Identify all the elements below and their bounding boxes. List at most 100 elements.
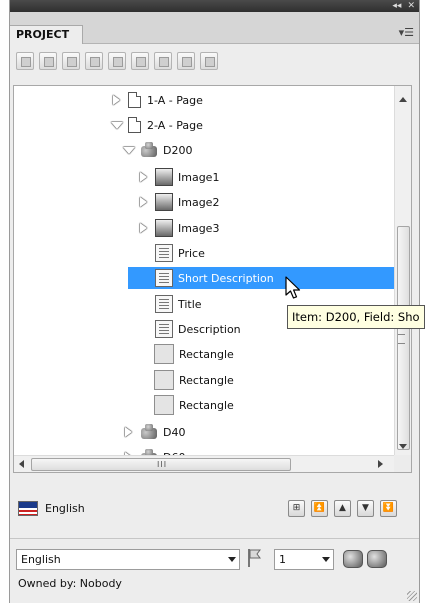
first-icon[interactable]: ⏫ bbox=[311, 500, 328, 517]
version-select-value: 1 bbox=[279, 553, 286, 566]
chevron-down-icon[interactable] bbox=[322, 557, 330, 562]
tree-item-label: Image2 bbox=[178, 195, 220, 209]
tree-item-label: D40 bbox=[163, 425, 186, 439]
tree-item[interactable]: 1-A - Page bbox=[109, 89, 203, 111]
version-select[interactable]: 1 bbox=[274, 549, 334, 570]
text-field-icon bbox=[155, 244, 173, 262]
expand-arrow-icon[interactable] bbox=[109, 93, 125, 107]
last-icon[interactable]: ⏬ bbox=[380, 500, 397, 517]
collapse-arrow-icon[interactable] bbox=[109, 118, 125, 132]
page-icon bbox=[128, 117, 141, 133]
scroll-right-icon[interactable] bbox=[378, 460, 383, 468]
vertical-scrollbar[interactable] bbox=[394, 86, 411, 456]
add-icon[interactable] bbox=[85, 52, 103, 70]
collapse-arrow-icon[interactable] bbox=[121, 143, 137, 157]
image-icon bbox=[155, 193, 173, 211]
tree-item[interactable]: Price bbox=[155, 242, 205, 264]
scroll-grip-label: III bbox=[157, 460, 168, 469]
scroll-corner bbox=[394, 455, 411, 472]
us-flag-icon bbox=[18, 500, 38, 516]
language-row: English bbox=[18, 497, 85, 519]
copy-icon[interactable] bbox=[108, 52, 126, 70]
tree-item[interactable]: Rectangle bbox=[154, 369, 234, 391]
collapse-icon[interactable]: ◂◂ bbox=[392, 0, 401, 12]
text-field-icon bbox=[155, 320, 173, 338]
tree-item-selected[interactable]: Short Description bbox=[128, 267, 395, 289]
project-tree[interactable]: 1-A - Page 2-A - Page D200 Image1 Image2 bbox=[13, 85, 412, 473]
tab-bar: PROJECT ▾☰ bbox=[10, 12, 419, 44]
language-select-value: English bbox=[21, 553, 61, 566]
mouse-cursor-icon bbox=[285, 276, 301, 299]
tree-item[interactable]: Rectangle bbox=[154, 394, 234, 416]
create-version-icon[interactable] bbox=[343, 550, 363, 568]
rectangle-icon bbox=[154, 370, 174, 390]
tree-item-label: Short Description bbox=[178, 271, 274, 285]
text-field-icon bbox=[155, 295, 173, 313]
toolbar bbox=[16, 52, 218, 76]
tree-item[interactable]: Title bbox=[155, 293, 202, 315]
frame-icon[interactable] bbox=[154, 52, 172, 70]
down-icon[interactable]: ▼ bbox=[357, 500, 374, 517]
image-icon bbox=[155, 219, 173, 237]
rectangle-icon bbox=[154, 395, 174, 415]
tree-item-label: Rectangle bbox=[179, 373, 234, 387]
tree-item[interactable]: D40 bbox=[121, 421, 185, 443]
tree-item-label: D200 bbox=[163, 143, 193, 157]
window-controls: ◂◂ ✕ bbox=[392, 0, 415, 12]
page-icon bbox=[128, 92, 141, 108]
sync-icon[interactable] bbox=[62, 52, 80, 70]
tree-item-label: Price bbox=[178, 246, 205, 260]
tree-item[interactable]: D200 bbox=[121, 139, 192, 161]
product-icon bbox=[140, 424, 158, 440]
product-icon bbox=[140, 142, 158, 158]
owned-by-label: Owned by: Nobody bbox=[18, 577, 122, 590]
image-icon bbox=[155, 168, 173, 186]
tree-item-label: 2-A - Page bbox=[147, 118, 203, 132]
tree-item[interactable]: 2-A - Page bbox=[109, 114, 203, 136]
horizontal-scroll-thumb[interactable]: III bbox=[31, 458, 291, 471]
scroll-down-icon[interactable] bbox=[399, 444, 407, 449]
rectangle-icon bbox=[154, 344, 174, 364]
panel-menu-icon[interactable]: ▾☰ bbox=[399, 26, 414, 39]
tree-item[interactable]: Description bbox=[155, 318, 241, 340]
delete-icon[interactable] bbox=[131, 52, 149, 70]
expand-arrow-icon[interactable] bbox=[136, 195, 152, 209]
tree-item-label: 1-A - Page bbox=[147, 93, 203, 107]
resize-grip-icon[interactable] bbox=[407, 591, 417, 601]
up-icon[interactable]: ▲ bbox=[334, 500, 351, 517]
scroll-left-icon[interactable] bbox=[19, 460, 24, 468]
tree-item[interactable]: Rectangle bbox=[154, 343, 234, 365]
tab-project[interactable]: PROJECT bbox=[10, 25, 83, 44]
chevron-down-icon[interactable] bbox=[228, 557, 236, 562]
tree-item-label: Image1 bbox=[178, 170, 220, 184]
tree-item-label: Rectangle bbox=[179, 347, 234, 361]
close-icon[interactable]: ✕ bbox=[407, 0, 415, 12]
language-select[interactable]: English bbox=[16, 549, 240, 570]
divider bbox=[10, 538, 419, 539]
scroll-grip-icon bbox=[398, 334, 405, 344]
horizontal-scrollbar[interactable]: III bbox=[14, 455, 395, 472]
navigation-buttons: ⊞ ⏫ ▲ ▼ ⏬ bbox=[288, 500, 397, 517]
version-flag-icon[interactable] bbox=[247, 548, 261, 568]
project-panel: ◂◂ ✕ PROJECT ▾☰ 1-A - Page 2-A - Page D2… bbox=[9, 0, 420, 603]
language-label: English bbox=[45, 501, 85, 515]
panel-title-strip: ◂◂ ✕ bbox=[10, 0, 419, 12]
tree-item-label: Description bbox=[178, 322, 241, 336]
tooltip: Item: D200, Field: Sho bbox=[287, 305, 425, 329]
expand-arrow-icon[interactable] bbox=[136, 221, 152, 235]
scroll-up-icon[interactable] bbox=[399, 97, 407, 102]
delete-version-icon[interactable] bbox=[367, 550, 387, 568]
expand-arrow-icon[interactable] bbox=[121, 425, 137, 439]
tree-item-label: Rectangle bbox=[179, 398, 234, 412]
tree-item-label: Title bbox=[178, 297, 202, 311]
link-icon[interactable] bbox=[200, 52, 218, 70]
expand-arrow-icon[interactable] bbox=[136, 170, 152, 184]
tree-item[interactable]: Image1 bbox=[136, 166, 219, 188]
tree-item[interactable]: Image2 bbox=[136, 191, 219, 213]
text-field-icon bbox=[155, 269, 173, 287]
open-document-icon[interactable] bbox=[16, 52, 34, 70]
tree-item[interactable]: Image3 bbox=[136, 217, 219, 239]
save-icon[interactable] bbox=[39, 52, 57, 70]
image-box-icon[interactable] bbox=[177, 52, 195, 70]
structure-icon[interactable]: ⊞ bbox=[288, 500, 305, 517]
